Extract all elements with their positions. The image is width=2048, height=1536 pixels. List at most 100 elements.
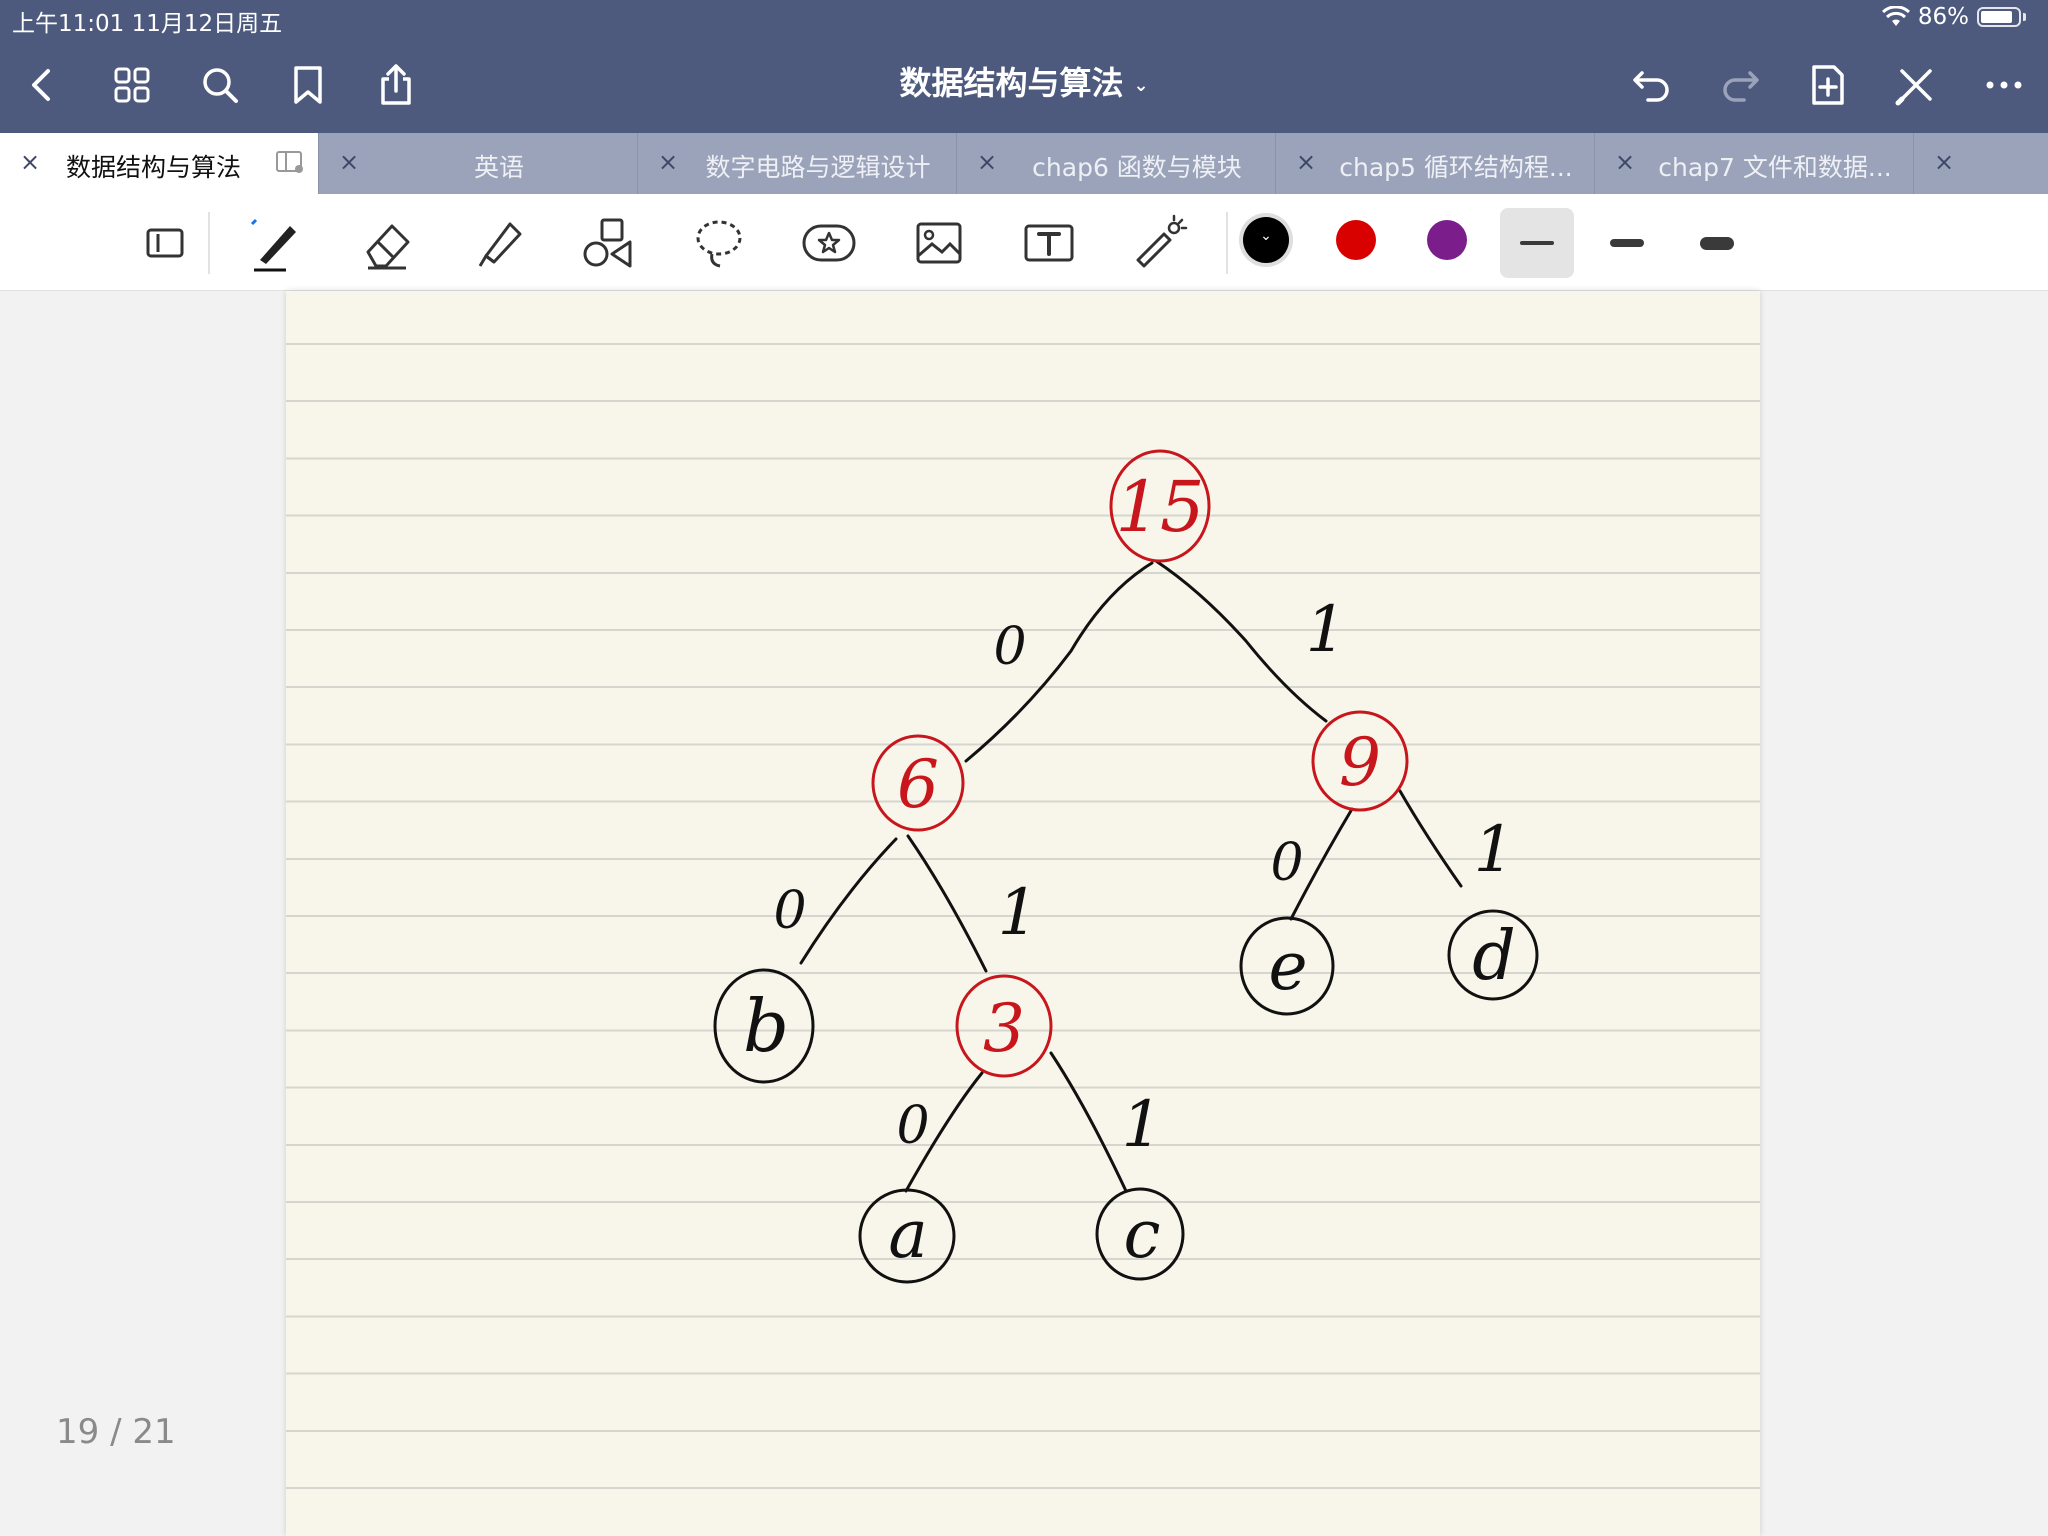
battery-tip bbox=[2023, 13, 2026, 21]
text-tool[interactable] bbox=[1014, 208, 1084, 278]
close-tab-icon[interactable]: × bbox=[20, 148, 40, 176]
highlighter-icon bbox=[478, 222, 522, 267]
more-button[interactable] bbox=[1976, 57, 2032, 113]
undo-button[interactable] bbox=[1624, 57, 1680, 113]
edge-label: 1 bbox=[1306, 593, 1347, 667]
edge-9-d bbox=[1398, 789, 1463, 888]
edge-label: 1 bbox=[1474, 813, 1515, 887]
toolbar-separator bbox=[1226, 212, 1228, 274]
close-tab-icon[interactable]: × bbox=[339, 148, 359, 176]
node-label-b: b bbox=[743, 984, 789, 1068]
thin-line-icon bbox=[1520, 241, 1554, 245]
highlighter-tool[interactable] bbox=[462, 208, 532, 278]
pencil-cross-icon bbox=[1895, 69, 1932, 106]
redo-icon bbox=[1723, 71, 1759, 102]
node-label-c: c bbox=[1124, 1196, 1161, 1273]
close-tab-icon[interactable]: × bbox=[1934, 148, 1954, 176]
color-red[interactable] bbox=[1336, 220, 1376, 260]
tab-3[interactable]: × chap6 函数与模块 bbox=[957, 133, 1276, 194]
tab-label: 数据结构与算法 bbox=[66, 153, 242, 182]
add-page-icon bbox=[1812, 65, 1844, 105]
tab-6[interactable]: × chap1 bbox=[1914, 133, 2048, 194]
text-box-icon bbox=[1024, 224, 1074, 262]
pen-mode-button[interactable] bbox=[1888, 57, 1944, 113]
node-label-d: d bbox=[1472, 917, 1516, 996]
edge-label: 1 bbox=[1122, 1088, 1163, 1162]
color-purple[interactable] bbox=[1427, 220, 1467, 260]
edge-label: 0 bbox=[773, 881, 806, 941]
eraser-tool[interactable] bbox=[352, 208, 422, 278]
laser-pointer-icon bbox=[1136, 214, 1188, 268]
battery-percent: 86% bbox=[1917, 4, 1969, 30]
document-title-text: 数据结构与算法 bbox=[899, 64, 1124, 102]
top-bar: 上午11:01 11月12日周五 86% 数据结构与算法 ⌄ bbox=[0, 0, 2048, 133]
node-label-9: 9 bbox=[1339, 724, 1381, 801]
tab-2[interactable]: × 数字电路与逻辑设计 bbox=[638, 133, 957, 194]
tab-4[interactable]: × chap5 循环结构程... bbox=[1276, 133, 1595, 194]
close-tab-icon[interactable]: × bbox=[658, 148, 678, 176]
status-right: 86% bbox=[1881, 4, 2026, 30]
pen-tool[interactable] bbox=[240, 208, 310, 278]
lasso-tool[interactable] bbox=[684, 208, 754, 278]
tab-label: 数字电路与逻辑设计 bbox=[705, 153, 931, 182]
node-label-6: 6 bbox=[897, 746, 939, 823]
node-label-e: e bbox=[1268, 928, 1307, 1005]
tab-bar: × 数据结构与算法 × 英语 × 数字电路与逻辑设计 × chap6 函数与模块 × chap5 … bbox=[0, 133, 2048, 194]
chevron-down-icon: ⌄ bbox=[1133, 74, 1149, 96]
node-label-15: 15 bbox=[1115, 466, 1204, 548]
add-page-button[interactable] bbox=[1800, 57, 1856, 113]
shapes-tool[interactable] bbox=[572, 208, 642, 278]
node-label-a: a bbox=[888, 1196, 927, 1273]
tab-5[interactable]: × chap7 文件和数据... bbox=[1595, 133, 1914, 194]
image-icon bbox=[916, 222, 962, 264]
medium-line-icon bbox=[1610, 239, 1644, 247]
page-indicator: 19 / 21 bbox=[56, 1412, 176, 1452]
edge-6-b bbox=[799, 837, 898, 965]
tab-label: 英语 bbox=[473, 153, 524, 182]
more-icon bbox=[1986, 81, 2022, 89]
redo-button[interactable] bbox=[1712, 57, 1768, 113]
image-tool[interactable] bbox=[904, 208, 974, 278]
close-tab-icon[interactable]: × bbox=[1296, 148, 1316, 176]
battery-icon bbox=[1977, 7, 2021, 27]
color-black[interactable]: ⌄ bbox=[1243, 217, 1289, 263]
handwritten-huffman-tree: 15 6 9 3 b e d a c 0 1 0 1 0 1 0 1 bbox=[713, 449, 1539, 1284]
shapes-icon bbox=[583, 218, 632, 268]
edge-3-c bbox=[1049, 1051, 1128, 1193]
page-toggle-icon bbox=[146, 228, 184, 258]
edge-6-3 bbox=[906, 834, 988, 973]
wifi-icon bbox=[1881, 6, 1910, 26]
tab-label: chap6 函数与模块 bbox=[1032, 153, 1242, 182]
toolbar-separator bbox=[208, 212, 210, 274]
edge-label: 0 bbox=[896, 1096, 929, 1156]
page-toggle-tool[interactable] bbox=[130, 208, 200, 278]
thick-line-icon bbox=[1700, 236, 1734, 250]
eraser-icon bbox=[366, 224, 410, 270]
sticker-star-icon bbox=[802, 224, 856, 262]
edge-label: 0 bbox=[1270, 833, 1303, 893]
status-time: 上午11:01 11月12日周五 bbox=[12, 11, 283, 37]
edge-label: 1 bbox=[998, 876, 1039, 950]
stroke-thin[interactable] bbox=[1500, 208, 1574, 278]
stroke-thick[interactable] bbox=[1680, 208, 1754, 278]
elements-tool[interactable] bbox=[794, 208, 864, 278]
tab-0[interactable]: × 数据结构与算法 bbox=[0, 133, 319, 194]
tab-label: chap5 循环结构程... bbox=[1339, 153, 1573, 182]
notebook-page[interactable]: 15 6 9 3 b e d a c 0 1 0 1 0 1 0 1 bbox=[286, 291, 1760, 1536]
lasso-icon bbox=[696, 220, 742, 268]
pen-icon bbox=[250, 218, 296, 272]
drawing-toolbar: ⌄ bbox=[0, 194, 2048, 291]
stroke-medium[interactable] bbox=[1590, 208, 1664, 278]
node-label-3: 3 bbox=[983, 990, 1025, 1067]
laser-pointer-tool[interactable] bbox=[1124, 208, 1194, 278]
checkmark-icon: ⌄ bbox=[1260, 228, 1272, 244]
tab-label: chap1 bbox=[1970, 148, 2048, 177]
split-view-icon[interactable] bbox=[276, 150, 304, 174]
edge-root-right bbox=[1154, 559, 1328, 723]
tab-label: chap7 文件和数据... bbox=[1658, 153, 1892, 182]
close-tab-icon[interactable]: × bbox=[977, 148, 997, 176]
tab-1[interactable]: × 英语 bbox=[319, 133, 638, 194]
undo-icon bbox=[1633, 71, 1669, 102]
close-tab-icon[interactable]: × bbox=[1615, 148, 1635, 176]
edge-label: 0 bbox=[993, 617, 1026, 677]
